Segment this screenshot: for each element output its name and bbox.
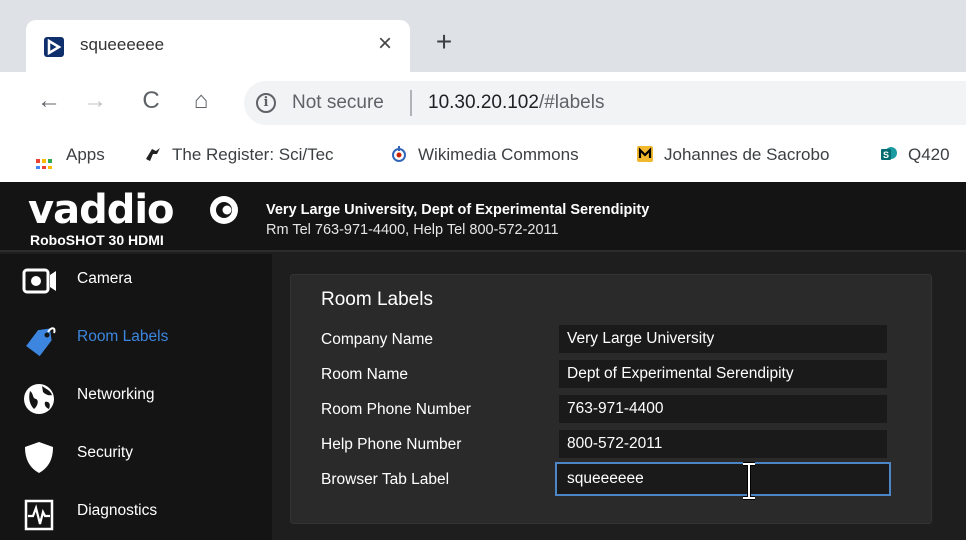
sidebar-item-label: Diagnostics xyxy=(77,502,158,519)
form-row-room-phone: Room Phone Number xyxy=(291,395,931,429)
reload-button[interactable]: C xyxy=(136,86,166,116)
forward-button[interactable]: → xyxy=(80,86,110,116)
sidebar-item-room-labels[interactable]: Room Labels xyxy=(0,314,272,364)
bookmark-apps[interactable]: Apps xyxy=(36,145,105,169)
bookmark-the-register[interactable]: The Register: Sci/Tec xyxy=(144,145,370,169)
url-separator xyxy=(410,90,412,116)
room-labels-panel: Room Labels Company Name Room Name Room … xyxy=(290,274,932,524)
bookmark-label: Wikimedia Commons xyxy=(418,145,579,164)
url-host: 10.30.20.102 xyxy=(428,92,539,113)
home-button[interactable]: ⌂ xyxy=(186,86,216,116)
form-row-browser-tab-label: Browser Tab Label xyxy=(291,462,931,500)
vaddio-logo: vaddio xyxy=(28,190,238,230)
sidebar-item-label: Room Labels xyxy=(77,328,169,345)
sidebar: Camera Room Labels Networking Security D… xyxy=(0,254,272,540)
tag-icon xyxy=(26,327,56,357)
shield-icon xyxy=(25,442,53,473)
company-name-label: Company Name xyxy=(321,331,433,348)
bookmarks-bar: Apps The Register: Sci/Tec Wikimedia Com… xyxy=(0,132,966,182)
mizzou-icon xyxy=(637,146,653,162)
browser-tab-label-input[interactable] xyxy=(555,462,891,496)
svg-text:S: S xyxy=(883,150,889,160)
app-header: vaddio RoboSHOT 30 HDMI Very Large Unive… xyxy=(0,182,966,252)
tab-close-icon[interactable]: × xyxy=(372,29,398,59)
apps-grid-icon xyxy=(36,159,54,169)
help-phone-input[interactable] xyxy=(559,430,887,458)
sidebar-item-security[interactable]: Security xyxy=(0,430,272,480)
camera-model: RoboSHOT 30 HDMI xyxy=(30,232,164,248)
form-row-company-name: Company Name xyxy=(291,325,931,359)
company-name-input[interactable] xyxy=(559,325,887,353)
browser-tab[interactable]: squeeeeee × xyxy=(26,20,410,72)
sidebar-item-networking[interactable]: Networking xyxy=(0,372,272,422)
sidebar-item-label: Camera xyxy=(77,270,133,287)
security-label[interactable]: Not secure xyxy=(292,92,384,114)
room-name-input[interactable] xyxy=(559,360,887,388)
new-tab-button[interactable]: + xyxy=(430,28,458,56)
pulse-icon xyxy=(24,499,54,531)
sidebar-item-diagnostics[interactable]: Diagnostics xyxy=(0,488,272,538)
room-phone-label: Room Phone Number xyxy=(321,401,471,418)
site-info-icon[interactable]: i xyxy=(256,93,276,113)
camera-icon xyxy=(22,268,56,294)
globe-icon xyxy=(24,384,54,414)
help-phone-label: Help Phone Number xyxy=(321,436,462,453)
bookmark-johannes-de-sacrobosco[interactable]: Johannes de Sacrobo xyxy=(636,145,858,169)
bookmark-label: Johannes de Sacrobo xyxy=(664,145,830,164)
browser-tab-label-label: Browser Tab Label xyxy=(321,471,450,488)
sidebar-item-camera[interactable]: Camera xyxy=(0,256,272,306)
brand-text: vaddio xyxy=(28,190,174,230)
room-name-label: Room Name xyxy=(321,366,408,383)
vaddio-favicon-icon xyxy=(44,37,64,57)
bookmark-label: Apps xyxy=(66,145,105,164)
header-room-label: Very Large University, Dept of Experimen… xyxy=(266,202,650,218)
register-vulture-icon xyxy=(146,148,160,161)
room-phone-input[interactable] xyxy=(559,395,887,423)
form-row-room-name: Room Name xyxy=(291,360,931,394)
vaddio-app: vaddio RoboSHOT 30 HDMI Very Large Unive… xyxy=(0,182,966,540)
sharepoint-icon: S xyxy=(881,147,897,160)
address-bar[interactable]: i Not secure 10.30.20.102/#labels xyxy=(244,81,966,125)
url-path: /#labels xyxy=(538,92,605,113)
back-button[interactable]: ← xyxy=(34,86,64,116)
text-cursor-icon xyxy=(743,462,755,500)
url-text[interactable]: 10.30.20.102/#labels xyxy=(428,92,604,114)
bookmark-label: The Register: Sci/Tec xyxy=(172,145,334,164)
header-phone-label: Rm Tel 763-971-4400, Help Tel 800-572-20… xyxy=(266,222,559,238)
bookmark-wikimedia-commons[interactable]: Wikimedia Commons xyxy=(390,145,579,169)
browser-tabstrip: squeeeeee × + xyxy=(0,0,966,72)
wikimedia-icon xyxy=(392,146,406,162)
bookmark-label: Q420 xyxy=(908,145,950,164)
tab-title: squeeeeee xyxy=(80,35,165,54)
form-row-help-phone: Help Phone Number xyxy=(291,430,931,464)
browser-toolbar: ← → C ⌂ i Not secure 10.30.20.102/#label… xyxy=(0,72,966,132)
bookmark-q420[interactable]: S Q420 xyxy=(880,145,966,169)
panel-title: Room Labels xyxy=(321,289,433,310)
sidebar-item-label: Networking xyxy=(77,386,155,403)
sidebar-item-label: Security xyxy=(77,444,133,461)
